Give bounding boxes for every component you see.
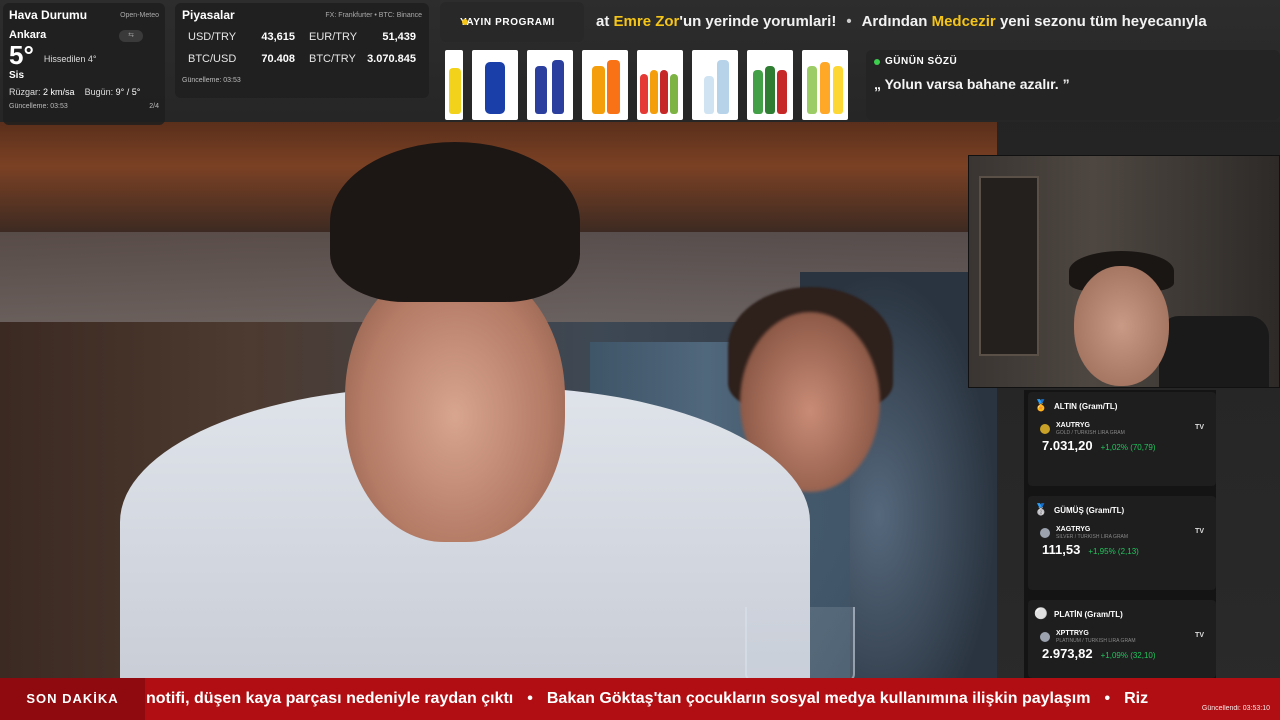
weather-condition: Sis xyxy=(9,70,25,81)
news-item: Riz xyxy=(1124,690,1149,707)
commodity-title: GÜMÜŞ (Gram/TL) xyxy=(1054,505,1125,515)
quote-dot-icon xyxy=(874,58,880,65)
commodity-change: +1,95% (2,13) xyxy=(1088,547,1139,556)
schedule-highlight: Emre Zor xyxy=(613,13,680,30)
wind-value: 2 km/sa xyxy=(43,87,75,97)
weather-updated: Güncelleme: 03:53 xyxy=(9,103,68,110)
tradingview-logo-icon: TV xyxy=(1195,632,1204,639)
schedule-dot-icon xyxy=(462,19,468,25)
breaking-news-label: SON DAKİKA xyxy=(0,678,145,720)
markets-source: FX: Frankfurter • BTC: Binance xyxy=(325,11,422,19)
markets-title: Piyasalar xyxy=(182,8,235,22)
product-image xyxy=(637,50,683,120)
commodity-symbol: XAGTRYG xyxy=(1056,526,1091,533)
commodity-card[interactable]: 🏅 ALTIN (Gram/TL) XAUTRYG GOLD / TURKISH… xyxy=(1028,392,1216,486)
news-item: Bakan Göktaş'tan çocukların sosyal medya… xyxy=(546,690,1091,707)
market-key: EUR/TRY xyxy=(309,31,358,43)
weather-page: 2/4 xyxy=(149,103,159,110)
commodity-subtitle: GOLD / TURKISH LIRA GRAM xyxy=(1056,430,1125,436)
webcam-streamer xyxy=(1074,266,1169,386)
tradingview-logo-icon: TV xyxy=(1195,424,1204,431)
product-image xyxy=(802,50,848,120)
schedule-separator: • xyxy=(846,13,852,30)
news-item: notifi, düşen kaya parçası nedeniyle ray… xyxy=(146,690,514,707)
video-glass xyxy=(745,607,855,678)
product-image xyxy=(747,50,793,120)
main-video[interactable] xyxy=(0,122,997,678)
medal-icon: 🥈 xyxy=(1034,504,1048,516)
news-ticker: notifi, düşen kaya parçası nedeniyle ray… xyxy=(146,678,1280,720)
product-image xyxy=(692,50,738,120)
video-man-face xyxy=(345,262,565,542)
schedule-text: at xyxy=(596,13,614,30)
news-updated: Güncellendi: 03:53:10 xyxy=(1201,705,1270,712)
video-man-hair xyxy=(330,142,580,302)
market-value: 3.070.845 xyxy=(367,53,416,65)
schedule-text: 'un yerinde yorumlari! xyxy=(679,13,837,30)
market-row: BTC/TRY 3.070.845 xyxy=(309,53,416,65)
markets-widget: Piyasalar FX: Frankfurter • BTC: Binance… xyxy=(175,3,429,98)
commodity-symbol: XAUTRYG xyxy=(1056,422,1090,429)
silver-coin-icon xyxy=(1040,528,1050,538)
product-image xyxy=(582,50,628,120)
quote-label: GÜNÜN SÖZÜ xyxy=(885,56,958,67)
commodity-change: +1,02% (70,79) xyxy=(1100,443,1156,452)
commodity-title: PLATİN (Gram/TL) xyxy=(1054,609,1123,619)
news-separator: • xyxy=(1104,690,1111,707)
commodity-subtitle: PLATINUM / TURKISH LIRA GRAM xyxy=(1056,638,1136,644)
schedule-highlight: Medcezir xyxy=(931,13,996,30)
weather-feels-like: Hissedilen 4° xyxy=(43,54,97,64)
commodity-panel: 🏅 ALTIN (Gram/TL) XAUTRYG GOLD / TURKISH… xyxy=(1024,390,1216,678)
schedule-ticker: at Emre Zor'un yerinde yorumlari! • Ardınd… xyxy=(596,2,1280,42)
weather-temp: 5° xyxy=(9,40,34,70)
sponsor-products xyxy=(440,50,858,122)
commodity-card[interactable]: 🥈 GÜMÜŞ (Gram/TL) XAGTRYG SILVER / TURKI… xyxy=(1028,496,1216,590)
product-image xyxy=(472,50,518,120)
market-row: EUR/TRY 51,439 xyxy=(309,31,416,43)
market-key: BTC/TRY xyxy=(309,53,356,65)
commodity-price: 2.973,82 xyxy=(1042,646,1093,661)
quote-widget: GÜNÜN SÖZÜ „ Yolun varsa bahane azalır. … xyxy=(866,50,1280,120)
market-row: USD/TRY 43,615 xyxy=(188,31,295,43)
quote-text: „ Yolun varsa bahane azalır. ” xyxy=(874,76,1070,92)
market-key: BTC/USD xyxy=(188,53,237,65)
platinum-coin-icon xyxy=(1040,632,1050,642)
market-value: 51,439 xyxy=(382,31,416,43)
market-value: 70.408 xyxy=(261,53,295,65)
gold-coin-icon xyxy=(1040,424,1050,434)
schedule-text: yeni sezonu tüm heyecanıyla xyxy=(995,13,1207,30)
market-value: 43,615 xyxy=(261,31,295,43)
product-image xyxy=(527,50,573,120)
commodity-price: 7.031,20 xyxy=(1042,438,1093,453)
schedule-label-text: YAYIN PROGRAMI xyxy=(460,16,555,28)
weather-widget: Hava Durumu Open-Meteo Ankara ⇆ 5° Hisse… xyxy=(3,3,165,125)
schedule-label: YAYIN PROGRAMI xyxy=(440,2,584,42)
weather-toggle-icon[interactable]: ⇆ xyxy=(119,30,143,42)
commodity-symbol: XPTTRYG xyxy=(1056,630,1089,637)
wind-label: Rüzgar: xyxy=(9,87,41,97)
webcam-feed xyxy=(968,155,1280,388)
weather-title: Hava Durumu xyxy=(9,8,88,22)
commodity-title: ALTIN (Gram/TL) xyxy=(1054,401,1118,411)
commodity-price: 111,53 xyxy=(1042,542,1081,557)
commodity-change: +1,09% (32,10) xyxy=(1100,651,1156,660)
commodity-subtitle: SILVER / TURKISH LIRA GRAM xyxy=(1056,534,1129,540)
weather-source: Open-Meteo xyxy=(120,11,159,19)
commodity-card[interactable]: ⚪ PLATİN (Gram/TL) XPTTRYG PLATINUM / TU… xyxy=(1028,600,1216,678)
product-image xyxy=(445,50,463,120)
schedule-text: Ardından xyxy=(861,13,932,30)
circle-icon: ⚪ xyxy=(1034,608,1048,620)
news-separator: • xyxy=(527,690,533,707)
webcam-door xyxy=(979,176,1039,356)
market-row: BTC/USD 70.408 xyxy=(188,53,295,65)
today-label: Bugün: xyxy=(84,87,114,97)
medal-icon: 🏅 xyxy=(1034,400,1048,412)
today-value: 9° / 5° xyxy=(115,87,141,97)
markets-updated: Güncelleme: 03:53 xyxy=(182,77,241,84)
webcam-chair xyxy=(1159,316,1269,387)
breaking-news-bar: SON DAKİKA notifi, düşen kaya parçası ne… xyxy=(0,678,1280,720)
stream-overlay: Hava Durumu Open-Meteo Ankara ⇆ 5° Hisse… xyxy=(0,0,1280,720)
tradingview-logo-icon: TV xyxy=(1195,528,1204,535)
market-key: USD/TRY xyxy=(188,31,237,43)
